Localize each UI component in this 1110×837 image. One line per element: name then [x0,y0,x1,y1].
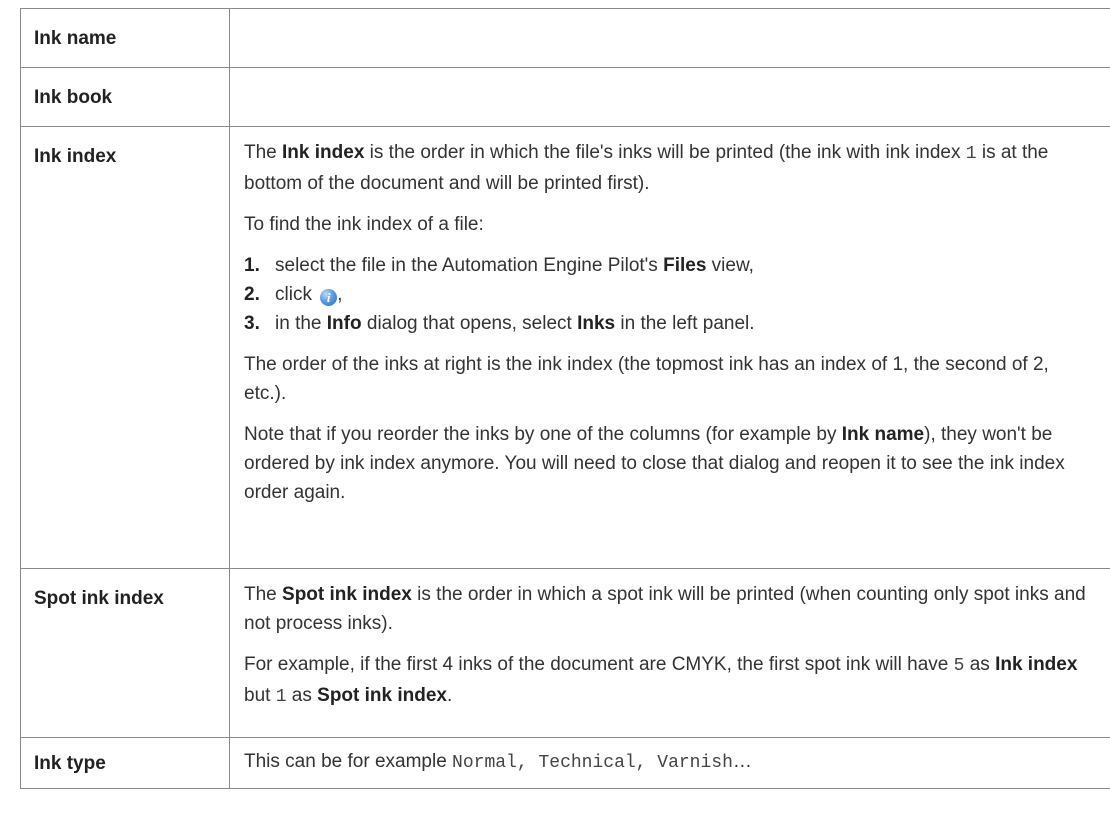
step-item: 2. click i, [244,284,343,306]
term-spot-ink-index: Spot ink index [34,588,164,609]
term-cell: Ink type [20,737,230,789]
ink-index-reorder-note: Note that if you reorder the inks by one… [244,424,1065,503]
spot-ink-index-example: For example, if the first 4 inks of the … [244,654,1078,707]
step-item: 1. select the file in the Automation Eng… [244,255,754,276]
term-ink-book: Ink book [34,87,113,108]
ink-type-description: This can be for example Normal, Technica… [244,751,752,773]
table-row: Ink type This can be for example Normal,… [20,737,1110,789]
procedure-steps: 1. select the file in the Automation Eng… [244,251,1095,338]
table-row: Ink index The Ink index is the order in … [20,126,1110,569]
step-item: 3. in the Info dialog that opens, select… [244,313,755,334]
table-row: Ink book [20,67,1110,127]
table-row: Spot ink index The Spot ink index is the… [20,568,1110,738]
description-cell [229,67,1110,127]
table-row: Ink name [20,8,1110,68]
term-ink-name: Ink name [34,28,117,49]
ink-properties-table: Ink name Ink book Ink index The Ink inde… [20,8,1110,789]
description-cell: This can be for example Normal, Technica… [229,737,1110,789]
term-cell: Ink index [20,126,230,569]
term-ink-index: Ink index [34,146,117,167]
description-cell: The Ink index is the order in which the … [229,126,1110,569]
description-cell [229,8,1110,68]
term-ink-type: Ink type [34,753,106,774]
ink-index-how-to-intro: To find the ink index of a file: [244,214,484,235]
info-icon: i [320,289,338,306]
spot-ink-index-definition: The Spot ink index is the order in which… [244,584,1086,634]
ink-index-order-note: The order of the inks at right is the in… [244,354,1049,404]
term-cell: Ink name [20,8,230,68]
term-cell: Ink book [20,67,230,127]
ink-index-definition: The Ink index is the order in which the … [244,142,1049,194]
description-cell: The Spot ink index is the order in which… [229,568,1110,738]
term-cell: Spot ink index [20,568,230,738]
